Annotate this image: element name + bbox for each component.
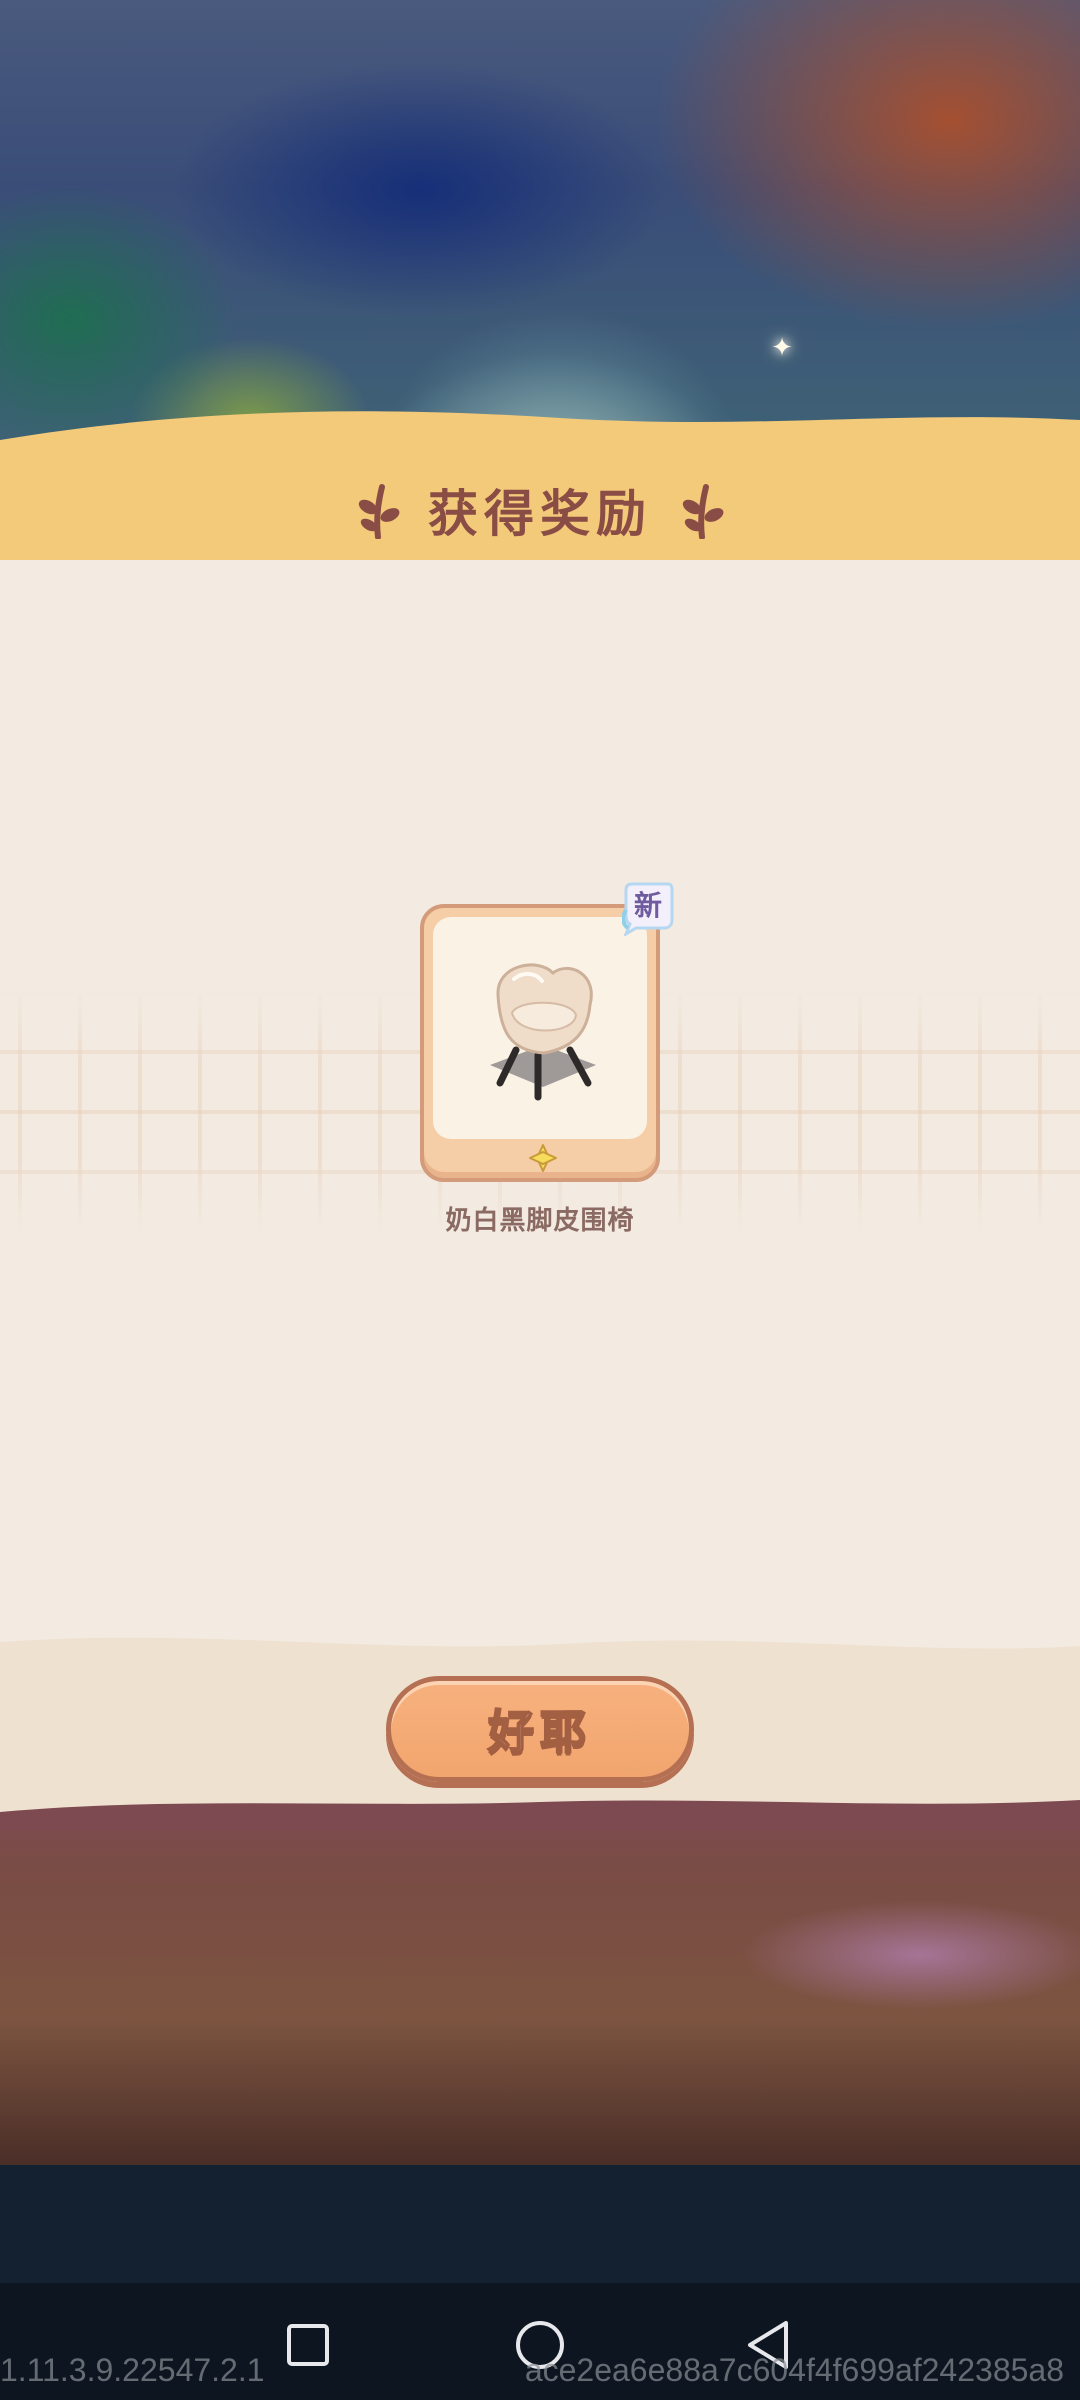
new-badge-label: 新 [633,889,662,922]
cream-armchair-icon [490,963,596,1101]
new-badge: 新 [622,880,674,936]
reward-item-name: 奶白黑脚皮围椅 [445,1206,635,1236]
dark-band [0,2165,1080,2283]
blurred-background-bottom [0,1800,1080,2165]
recents-square-icon[interactable] [280,2317,336,2373]
reward-item-card[interactable] [420,904,660,1182]
reward-title-bar: 获得奖励 [0,470,1080,550]
sprig-right-icon [682,484,724,539]
purple-glow [740,1900,1080,2010]
reward-title: 获得奖励 [428,485,652,543]
yellow-star-icon [529,1144,557,1172]
sprig-left-icon [358,484,400,539]
game-screen: ✦ 获得奖励 新 奶白黑脚皮围椅 好耶 1.11.3.9.22547.2.1 a… [0,0,1080,2400]
confirm-button-label: 好耶 [487,1704,592,1760]
reward-item-frame [433,917,647,1139]
build-hash-watermark: ace2ea6e88a7c604f4f699af242385a8 [524,2352,1064,2388]
confirm-button[interactable]: 好耶 [386,1676,694,1782]
version-watermark: 1.11.3.9.22547.2.1 [0,2352,265,2388]
